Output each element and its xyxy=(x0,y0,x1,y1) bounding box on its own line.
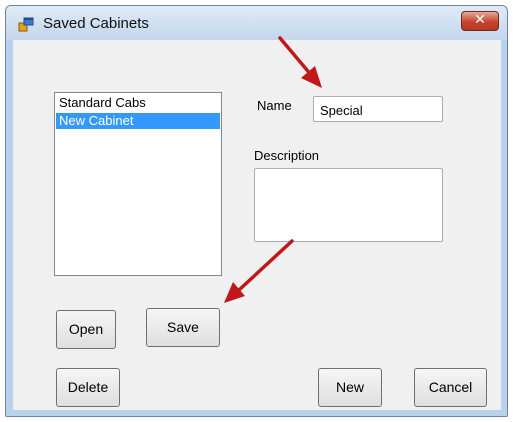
window-app-icon xyxy=(18,17,34,32)
title-bar[interactable]: Saved Cabinets ✕ xyxy=(6,6,507,40)
saved-cabinets-dialog: Saved Cabinets ✕ Standard Cabs New Cabin… xyxy=(5,5,508,417)
name-input[interactable] xyxy=(313,96,443,122)
list-item-standard-cabs[interactable]: Standard Cabs xyxy=(56,95,220,111)
cabinet-listbox[interactable]: Standard Cabs New Cabinet xyxy=(54,92,222,276)
new-button[interactable]: New xyxy=(318,368,382,407)
open-button[interactable]: Open xyxy=(56,310,116,349)
cancel-button[interactable]: Cancel xyxy=(414,368,487,407)
delete-button[interactable]: Delete xyxy=(56,368,120,407)
close-button[interactable]: ✕ xyxy=(461,11,499,31)
name-label: Name xyxy=(257,98,292,113)
close-icon: ✕ xyxy=(474,12,486,28)
description-input[interactable] xyxy=(254,168,443,242)
save-button[interactable]: Save xyxy=(146,308,220,347)
window-title: Saved Cabinets xyxy=(43,15,149,32)
list-item-new-cabinet[interactable]: New Cabinet xyxy=(56,113,220,129)
description-label: Description xyxy=(254,148,320,163)
dialog-client-area: Standard Cabs New Cabinet Name Descripti… xyxy=(13,40,501,410)
